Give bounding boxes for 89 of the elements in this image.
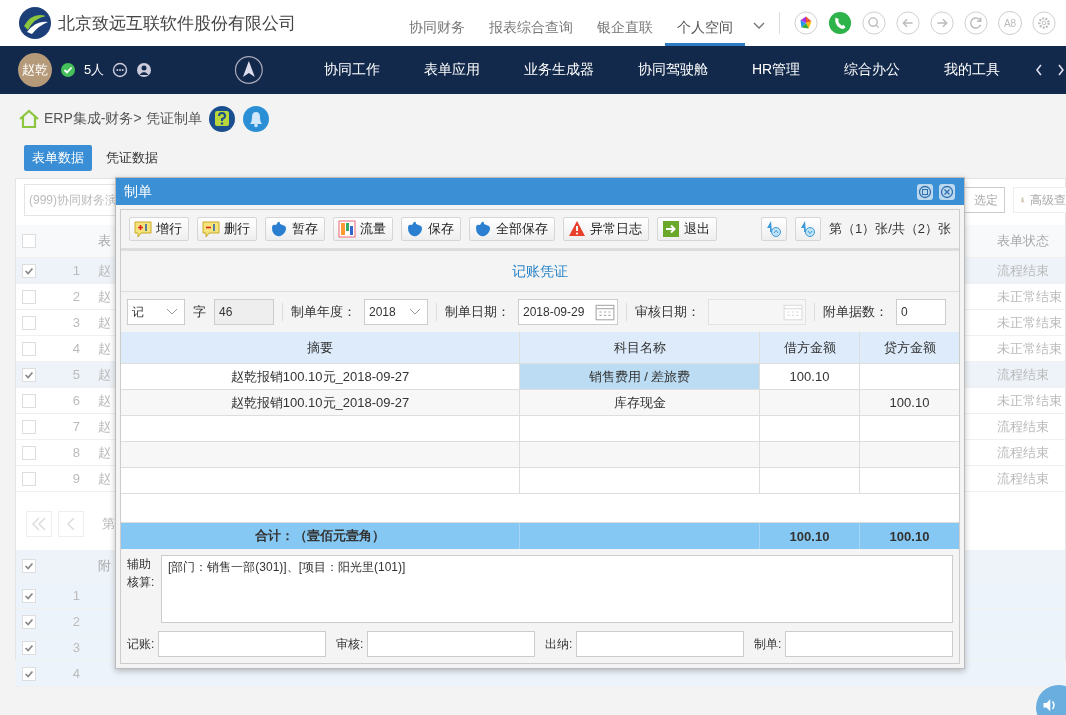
row-number: 3 [71,315,81,330]
field-label: 出纳: [545,635,573,653]
top-menu-item[interactable]: 银企直联 [585,0,665,46]
main-menu-item[interactable]: 综合办公 [822,61,923,79]
column-header: 摘要 [121,332,520,363]
table-cell-text: 赵 [97,339,111,358]
column-header: 借方金额 [760,332,860,363]
row-number: 8 [71,445,81,460]
voucher-title: 记账凭证 [121,251,959,292]
table-cell-text: 赵 [97,391,111,410]
table-cell-text: 流程结束 [997,469,1050,488]
row-number: 6 [71,393,81,408]
table-cell-text: 赵 [97,443,111,462]
table-cell-text: 赵 [97,313,111,332]
main-menu-item[interactable]: 业务生成器 [501,61,616,79]
field-label: 审核: [336,635,364,653]
row-number: 9 [71,471,81,486]
field-label: 制单年度： [291,303,356,321]
voucher-page-indicator: 第（1）张/共（2）张 [828,220,951,238]
field-label: 字 [193,303,206,321]
table-cell[interactable]: 100.10 [760,364,860,389]
table-cell-text: 未正常结束 [997,339,1063,358]
row-number: 1 [71,263,81,278]
field-label: 制单日期： [445,303,510,321]
row-number: 1 [71,588,81,603]
main-menu-item[interactable]: 协同驾驶舱 [615,61,730,79]
table-cell[interactable]: 销售费用 / 差旅费 [520,364,760,389]
toolbar-button[interactable]: 保存 [401,217,461,241]
tab[interactable]: 凭证数据 [98,145,166,171]
field-label: 审核日期： [635,303,700,321]
table-cell-text: 未正常结束 [997,313,1063,332]
company-name: 北京致远互联软件股份有限公司 [58,12,296,35]
column-header: 贷方金额 [882,338,937,357]
table-cell-text: 流程结束 [997,443,1050,462]
table-cell-text: 赵 [97,287,111,306]
main-menu-item[interactable]: HR管理 [729,61,823,79]
toolbar-button[interactable]: 暂存 [265,217,325,241]
row-number: 2 [71,289,81,304]
column-header: 科目名称 [520,332,760,363]
row-number: 2 [71,614,81,629]
total-label: 合计：（壹佰元壹角） [121,523,520,549]
main-menu-item[interactable]: 协同工作 [301,61,402,79]
field-label: 附单据数： [823,303,888,321]
row-number: 7 [71,419,81,434]
main-menu-item[interactable]: 表单应用 [401,61,502,79]
field-label: 辅助核算: [127,556,156,591]
field-label: 记账: [127,635,155,653]
column-header: 表单状态 [997,232,1050,250]
total-amount: 100.10 [888,527,931,546]
date-field[interactable]: 2018-09-29 [518,299,618,325]
column-header: 附 [97,557,111,575]
year-select[interactable]: 2018 [364,299,428,325]
table-cell[interactable]: 赵乾报销100.10元_2018-09-27 [121,390,520,415]
toolbar-button[interactable]: 增行 [129,217,189,241]
breadcrumb-path[interactable]: ERP集成-财务> [44,110,142,128]
attachment-count-field[interactable]: 0 [896,299,946,325]
table-cell-text: 赵 [97,365,111,384]
table-cell-text: 赵 [97,417,111,436]
table-cell-text: 未正常结束 [997,391,1063,410]
breadcrumb-current: 凭证制单 [145,110,202,128]
toolbar-button[interactable]: 全部保存 [469,217,555,241]
column-header: 表 [97,232,111,250]
table-cell-text: 流程结束 [997,261,1050,280]
field-label: 制单: [754,635,782,653]
voucher-number-field[interactable]: 46 [214,299,274,325]
table-cell-text: 赵 [97,469,111,488]
table-cell-text: 流程结束 [997,365,1050,384]
toolbar-button[interactable]: 删行 [197,217,257,241]
table-cell-text: 赵 [97,261,111,280]
table-cell[interactable]: 库存现金 [520,390,760,415]
auxiliary-accounting-field[interactable]: [部门：销售一部(301)]、[项目：阳光里(101)] [161,555,953,623]
table-cell-text: 未正常结束 [997,287,1063,306]
top-menu-item[interactable]: 报表综合查询 [477,0,585,46]
row-number: 3 [71,640,81,655]
top-menu-item[interactable]: 协同财务 [397,0,477,46]
row-number: 5 [71,367,81,382]
total-amount: 100.10 [760,523,860,549]
voucher-type-select[interactable]: 记 [127,299,185,325]
dialog-title: 制单 [124,182,152,201]
online-count[interactable]: 5人 [84,61,105,79]
row-number: 4 [71,341,81,356]
main-menu-item[interactable]: 我的工具 [922,61,1023,79]
toolbar-button[interactable]: 流量 [333,217,393,241]
row-number: 4 [71,666,81,681]
toolbar-button[interactable]: 异常日志 [563,217,649,241]
page-label: 第 [102,515,115,533]
table-cell[interactable]: 100.10 [860,390,959,415]
table-cell-text: 流程结束 [997,417,1050,436]
toolbar-button[interactable]: 退出 [657,217,717,241]
